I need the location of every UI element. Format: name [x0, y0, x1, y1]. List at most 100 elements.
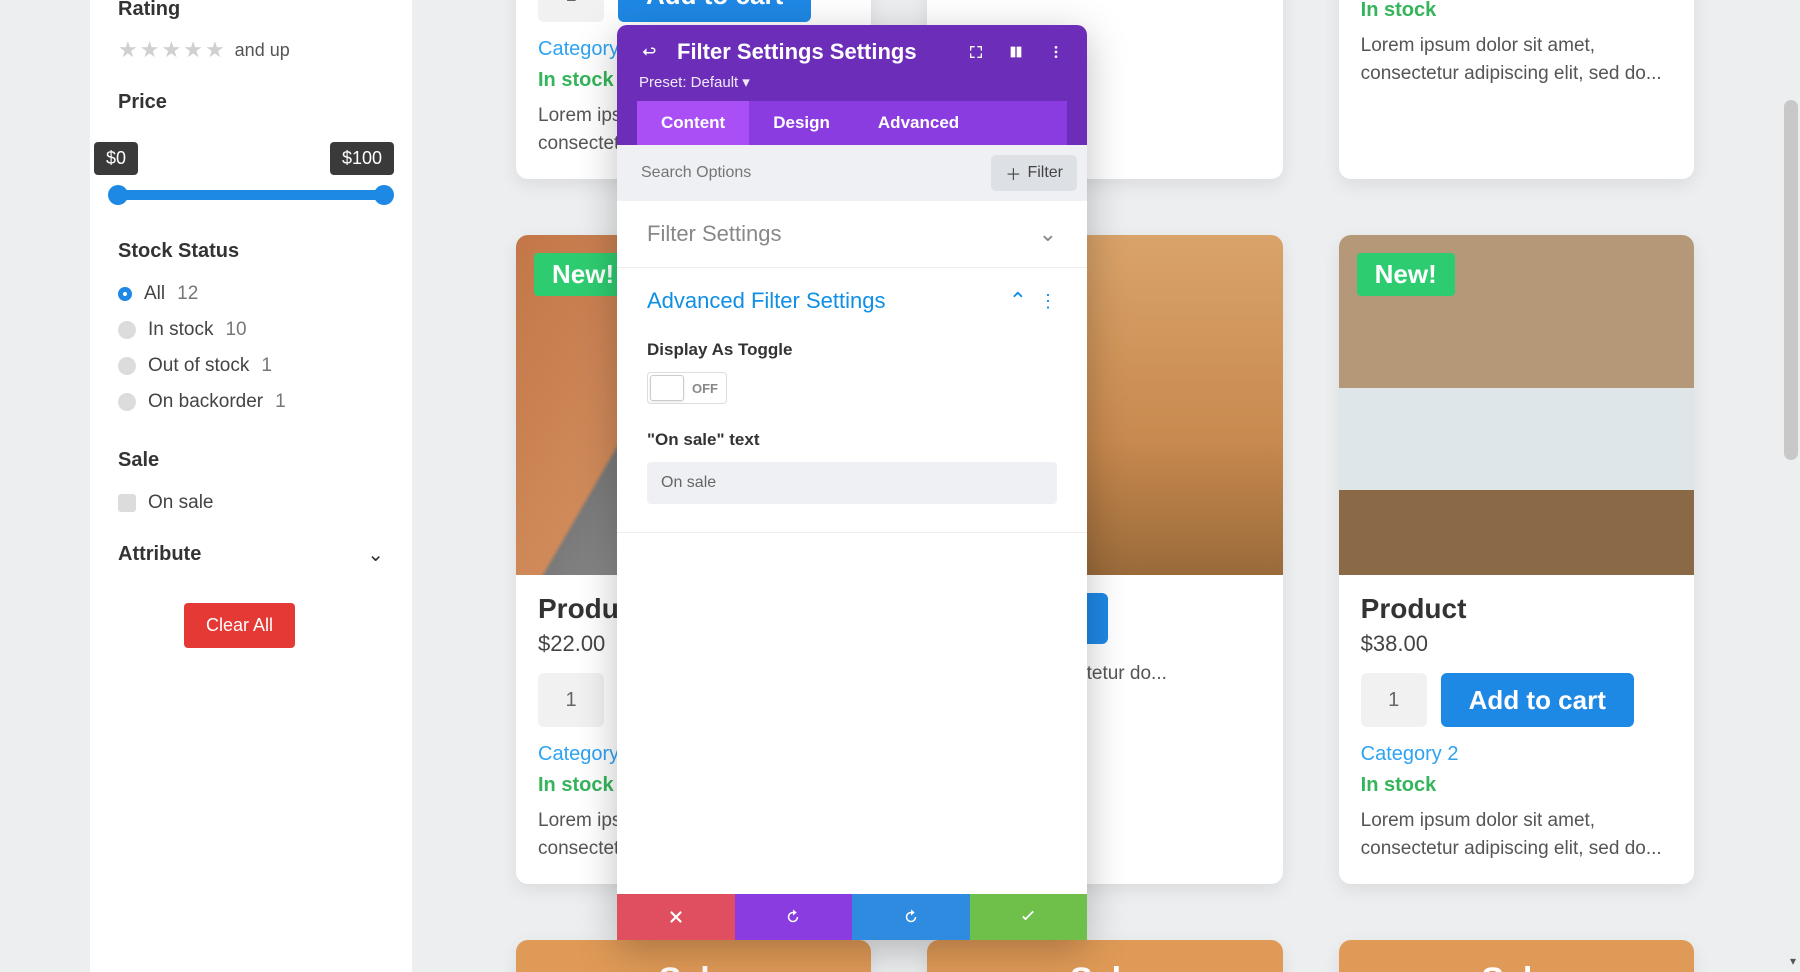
on-sale-label: On sale	[148, 492, 213, 514]
stock-heading: Stock Status	[118, 240, 384, 263]
display-as-toggle[interactable]: OFF	[647, 372, 727, 404]
advanced-filter-settings-section[interactable]: Advanced Filter Settings ⌃ ⋮	[617, 268, 1087, 322]
attribute-heading: Attribute	[118, 543, 201, 566]
stock-option[interactable]: In stock 10	[118, 319, 384, 341]
star-icon: ★	[118, 39, 138, 61]
more-icon[interactable]: ⋮	[1039, 291, 1057, 312]
clear-all-button[interactable]: Clear All	[184, 603, 295, 648]
section-title: Filter Settings	[647, 221, 782, 247]
slider-handle-min[interactable]	[108, 185, 128, 205]
price-slider[interactable]	[110, 190, 392, 200]
radio-icon	[118, 287, 132, 301]
modal-footer	[617, 894, 1087, 940]
sale-banner[interactable]: Sale	[1339, 940, 1694, 972]
price-heading: Price	[118, 91, 384, 114]
more-icon[interactable]	[1045, 41, 1067, 63]
product-price: $38.00	[1361, 631, 1672, 657]
product-description: Lorem ipsum dolor sit amet, consectetur …	[1361, 807, 1672, 862]
radio-icon	[118, 321, 136, 339]
search-options-row: ＋ Filter	[617, 145, 1087, 201]
stock-option[interactable]: On backorder 1	[118, 391, 384, 413]
scrollbar[interactable]	[1784, 100, 1798, 460]
filter-sidebar: Rating ★ ★ ★ ★ ★ and up Price $0 $100 St…	[90, 0, 412, 972]
rating-filter[interactable]: ★ ★ ★ ★ ★ and up	[118, 39, 384, 61]
stock-option[interactable]: All 12	[118, 283, 384, 305]
caret-down-icon: ▾	[742, 73, 750, 91]
stock-status: In stock	[1361, 774, 1672, 797]
stock-option-count: 1	[261, 355, 272, 377]
rating-and-up: and up	[235, 40, 290, 61]
attribute-section[interactable]: Attribute ⌄	[118, 542, 384, 567]
expand-icon[interactable]	[965, 41, 987, 63]
plus-icon: ＋	[1005, 161, 1021, 185]
star-icon: ★	[161, 39, 181, 61]
star-icon: ★	[205, 39, 225, 61]
quantity-input[interactable]: 1	[538, 673, 604, 727]
redo-button[interactable]	[852, 894, 970, 940]
tab-content[interactable]: Content	[637, 101, 749, 145]
radio-icon	[118, 393, 136, 411]
tab-advanced[interactable]: Advanced	[854, 101, 1067, 145]
chevron-up-icon: ⌃	[1009, 288, 1027, 314]
price-min: $0	[94, 142, 138, 175]
checkbox-icon	[118, 494, 136, 512]
quantity-input[interactable]: 1	[538, 0, 604, 22]
modal-title: Filter Settings Settings	[677, 39, 947, 65]
chevron-down-icon: ⌄	[1039, 221, 1057, 247]
section-title: Advanced Filter Settings	[647, 288, 885, 314]
stock-option-label: Out of stock	[148, 355, 249, 377]
stock-option-count: 12	[177, 283, 198, 305]
filter-settings-section[interactable]: Filter Settings ⌄	[617, 201, 1087, 268]
stock-status-list: All 12 In stock 10 Out of stock 1 On bac…	[118, 283, 384, 413]
onsale-text-label: "On sale" text	[647, 430, 1057, 450]
modal-tabs: Content Design Advanced	[637, 101, 1067, 145]
modal-header: Filter Settings Settings Preset: Default…	[617, 25, 1087, 145]
product-name[interactable]: Product	[1361, 593, 1672, 625]
product-image[interactable]: New!	[1339, 235, 1694, 575]
sale-banner[interactable]: Sale	[516, 940, 871, 972]
product-card: New! Product $38.00 1 Add to cart Catego…	[1339, 235, 1694, 884]
columns-icon[interactable]	[1005, 41, 1027, 63]
sale-banner[interactable]: Sale	[927, 940, 1282, 972]
toggle-knob	[650, 375, 684, 401]
onsale-text-input[interactable]	[647, 462, 1057, 504]
product-category-link[interactable]: Category 2	[1361, 743, 1672, 766]
filter-settings-modal: Filter Settings Settings Preset: Default…	[617, 25, 1087, 940]
preset-label: Preset: Default	[639, 74, 738, 91]
price-range: $0 $100	[118, 142, 384, 178]
rating-heading: Rating	[118, 0, 384, 21]
on-sale-checkbox[interactable]: On sale	[118, 492, 384, 514]
new-badge: New!	[1357, 253, 1455, 296]
radio-icon	[118, 357, 136, 375]
stock-option-label: On backorder	[148, 391, 263, 413]
search-options-input[interactable]	[639, 163, 981, 183]
back-icon[interactable]	[637, 41, 659, 63]
advanced-section-body: Display As Toggle OFF "On sale" text	[617, 322, 1087, 533]
price-max: $100	[330, 142, 394, 175]
stock-option-label: In stock	[148, 319, 213, 341]
add-to-cart-button[interactable]: Add to cart	[618, 0, 811, 22]
discard-button[interactable]	[617, 894, 735, 940]
stock-option-count: 1	[275, 391, 286, 413]
stock-option-count: 10	[225, 319, 246, 341]
tab-design[interactable]: Design	[749, 101, 854, 145]
sale-heading: Sale	[118, 449, 384, 472]
quantity-input[interactable]: 1	[1361, 673, 1427, 727]
stock-option-label: All	[144, 283, 165, 305]
add-filter-button[interactable]: ＋ Filter	[991, 155, 1077, 191]
toggle-state: OFF	[692, 381, 718, 396]
product-description: Lorem ipsum dolor sit amet, consectetur …	[1361, 32, 1672, 87]
filter-btn-label: Filter	[1027, 164, 1063, 182]
chevron-down-icon: ⌄	[367, 542, 384, 567]
star-icon: ★	[140, 39, 160, 61]
save-button[interactable]	[970, 894, 1088, 940]
stock-status: In stock	[1361, 0, 1672, 22]
display-toggle-label: Display As Toggle	[647, 340, 1057, 360]
preset-dropdown[interactable]: Preset: Default ▾	[639, 73, 1067, 91]
slider-handle-max[interactable]	[374, 185, 394, 205]
undo-button[interactable]	[735, 894, 853, 940]
product-card: Category 2 In stock Lorem ipsum dolor si…	[1339, 0, 1694, 179]
resize-handle-icon[interactable]: ▾	[1790, 954, 1796, 968]
stock-option[interactable]: Out of stock 1	[118, 355, 384, 377]
add-to-cart-button[interactable]: Add to cart	[1441, 673, 1634, 727]
